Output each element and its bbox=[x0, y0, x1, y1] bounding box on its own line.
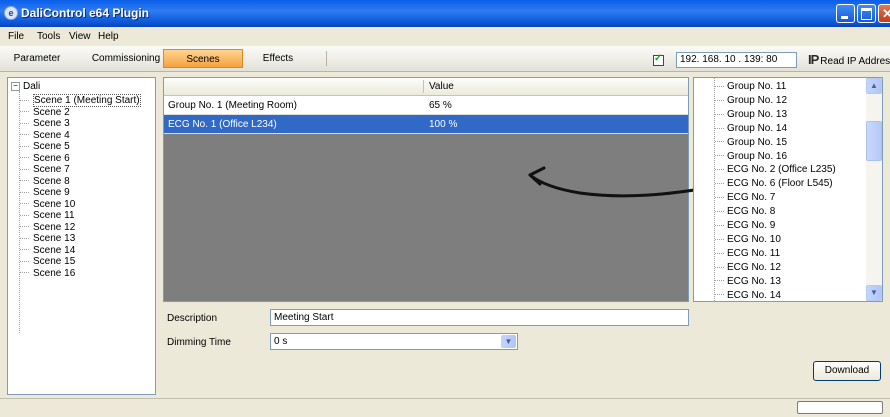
row-value[interactable]: 100 % bbox=[429, 119, 457, 130]
menu-help[interactable]: Help bbox=[98, 31, 119, 42]
scene-tree[interactable]: − Dali Scene 1 (Meeting Start) Scene 2 Scen… bbox=[7, 77, 156, 395]
tree-item-label: Scene 15 bbox=[33, 256, 76, 267]
device-list-item[interactable]: ECG No. 7 bbox=[715, 192, 775, 203]
device-list-item[interactable]: ECG No. 9 bbox=[715, 220, 775, 231]
ip-icon: IP bbox=[808, 52, 819, 67]
tree-item-label: Scene 2 bbox=[33, 106, 70, 118]
dimming-time-value: 0 s bbox=[274, 336, 288, 347]
tree-item-label: Scene 5 bbox=[33, 141, 70, 152]
header-value[interactable]: Value bbox=[429, 81, 454, 92]
tree-item-label: Scene 14 bbox=[33, 244, 76, 256]
tree-item-scene[interactable]: Scene 9 bbox=[20, 187, 70, 198]
menu-view[interactable]: View bbox=[69, 31, 91, 42]
tree-item-scene[interactable]: Scene 3 bbox=[20, 118, 70, 129]
device-list-item[interactable]: ECG No. 6 (Floor L545) bbox=[715, 178, 833, 189]
status-bar bbox=[0, 398, 890, 417]
grid-header: Value bbox=[164, 78, 688, 96]
read-ip-button[interactable]: IP Read IP Address bbox=[808, 52, 890, 68]
row-name: ECG No. 1 (Office L234) bbox=[168, 119, 277, 130]
tree-item-label: Scene 4 bbox=[33, 129, 70, 141]
menu-tools[interactable]: Tools bbox=[37, 31, 60, 42]
tree-item-scene[interactable]: Scene 5 bbox=[20, 141, 70, 152]
tree-item-label: Scene 7 bbox=[33, 164, 70, 175]
ip-enable-checkbox[interactable] bbox=[653, 53, 664, 66]
scroll-down-icon[interactable]: ▼ bbox=[866, 285, 882, 301]
device-list-item[interactable]: ECG No. 13 bbox=[715, 276, 781, 287]
tree-item-scene[interactable]: Scene 8 bbox=[20, 176, 70, 187]
device-list-item[interactable]: ECG No. 14 bbox=[715, 290, 781, 301]
device-list-item[interactable]: Group No. 16 bbox=[715, 151, 787, 162]
read-ip-label: Read IP Address bbox=[820, 56, 890, 67]
tree-item-label: Scene 10 bbox=[33, 198, 76, 210]
tree-item-scene[interactable]: Scene 7 bbox=[20, 164, 70, 175]
tree-item-label: Scene 1 (Meeting Start) bbox=[33, 94, 141, 107]
menu-bar: File Tools View Help bbox=[0, 27, 890, 46]
tree-item-scene[interactable]: Scene 1 (Meeting Start) bbox=[20, 94, 141, 107]
dimming-time-label: Dimming Time bbox=[167, 337, 231, 348]
title-bar: e DaliControl e64 Plugin bbox=[0, 0, 890, 27]
tab-effects[interactable]: Effects bbox=[258, 49, 298, 68]
tab-commissioning[interactable]: Commissioning bbox=[90, 49, 162, 68]
grid-row[interactable]: Group No. 1 (Meeting Room) 65 % bbox=[164, 96, 688, 115]
chevron-down-icon[interactable]: ▼ bbox=[501, 335, 516, 348]
tree-item-label: Scene 13 bbox=[33, 233, 76, 244]
download-button[interactable]: Download bbox=[813, 361, 881, 381]
ip-address-field[interactable]: 192. 168. 10 . 139: 80 bbox=[676, 52, 797, 68]
device-list-item[interactable]: ECG No. 8 bbox=[715, 206, 775, 217]
app-icon: e bbox=[4, 6, 18, 20]
tree-item-scene[interactable]: Scene 4 bbox=[20, 130, 70, 141]
maximize-button[interactable] bbox=[857, 4, 876, 23]
tree-item-scene[interactable]: Scene 12 bbox=[20, 222, 75, 233]
device-list-item[interactable]: Group No. 13 bbox=[715, 109, 787, 120]
scroll-thumb[interactable] bbox=[866, 121, 882, 161]
scroll-up-icon[interactable]: ▲ bbox=[866, 78, 882, 94]
status-progress-box bbox=[797, 401, 883, 414]
description-field[interactable]: Meeting Start bbox=[270, 309, 689, 326]
tree-item-label: Scene 6 bbox=[33, 152, 70, 164]
device-list-item[interactable]: Group No. 14 bbox=[715, 123, 787, 134]
device-list-item[interactable]: ECG No. 2 (Office L235) bbox=[715, 164, 836, 175]
tree-item-scene[interactable]: Scene 16 bbox=[20, 268, 75, 279]
tree-item-scene[interactable]: Scene 11 bbox=[20, 210, 75, 221]
tab-parameter[interactable]: Parameter bbox=[8, 49, 66, 68]
close-button[interactable] bbox=[878, 4, 890, 23]
tree-item-scene[interactable]: Scene 2 bbox=[20, 107, 70, 118]
tree-item-label: Scene 3 bbox=[33, 118, 70, 129]
device-list-item[interactable]: Group No. 11 bbox=[715, 81, 786, 92]
menu-file[interactable]: File bbox=[8, 31, 24, 42]
tree-item-scene[interactable]: Scene 15 bbox=[20, 256, 75, 267]
device-list[interactable]: Group No. 11 Group No. 12 Group No. 13 Grou… bbox=[693, 77, 883, 302]
tree-item-label: Scene 11 bbox=[33, 210, 75, 221]
tree-item-label: Scene 16 bbox=[33, 267, 76, 279]
device-list-item[interactable]: ECG No. 10 bbox=[715, 234, 781, 245]
device-list-item[interactable]: ECG No. 12 bbox=[715, 262, 781, 273]
tree-item-scene[interactable]: Scene 6 bbox=[20, 153, 70, 164]
row-name: Group No. 1 (Meeting Room) bbox=[168, 100, 297, 111]
tree-root-dali[interactable]: − Dali bbox=[11, 81, 40, 92]
device-list-item[interactable]: ECG No. 11 bbox=[715, 248, 780, 259]
collapse-icon[interactable]: − bbox=[11, 81, 20, 91]
description-label: Description bbox=[167, 313, 218, 324]
grid-row-selected[interactable]: ECG No. 1 (Office L234) 100 % bbox=[164, 115, 688, 134]
column-separator[interactable] bbox=[423, 80, 424, 93]
tab-scenes[interactable]: Scenes bbox=[163, 49, 243, 68]
device-list-item[interactable]: Group No. 15 bbox=[715, 137, 787, 148]
tree-item-scene[interactable]: Scene 14 bbox=[20, 245, 75, 256]
tree-item-label: Scene 8 bbox=[33, 175, 70, 187]
minimize-button[interactable] bbox=[836, 4, 855, 23]
row-value[interactable]: 65 % bbox=[429, 100, 452, 111]
tab-separator bbox=[326, 51, 327, 66]
tree-root-label: Dali bbox=[23, 81, 41, 92]
tree-item-label: Scene 12 bbox=[33, 221, 76, 233]
vertical-scrollbar[interactable]: ▲ ▼ bbox=[866, 78, 882, 301]
tree-item-scene[interactable]: Scene 13 bbox=[20, 233, 75, 244]
tree-item-label: Scene 9 bbox=[33, 187, 70, 198]
dimming-time-select[interactable]: 0 s ▼ bbox=[270, 333, 518, 350]
tree-item-scene[interactable]: Scene 10 bbox=[20, 199, 75, 210]
device-list-item[interactable]: Group No. 12 bbox=[715, 95, 787, 106]
window-title: DaliControl e64 Plugin bbox=[21, 6, 150, 20]
